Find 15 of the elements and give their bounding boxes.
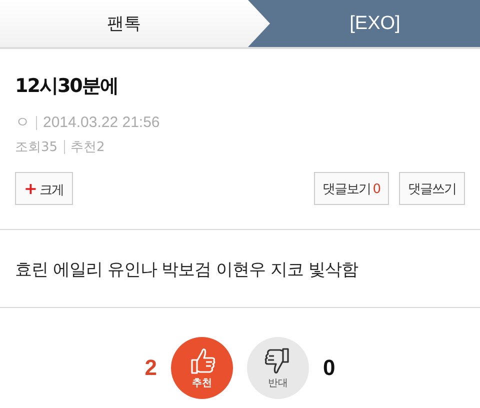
- post-title: 12시30분에: [15, 74, 119, 99]
- write-comment-button[interactable]: 댓글쓰기: [399, 172, 465, 205]
- breadcrumb-item[interactable]: [EXO]: [270, 0, 480, 47]
- recommend-count: 추천2: [70, 139, 105, 156]
- enlarge-button[interactable]: + 크게: [15, 172, 73, 205]
- author-name: ㅇ: [15, 113, 30, 132]
- upvote-button[interactable]: 추천: [171, 337, 233, 399]
- downvote-count: 0: [323, 355, 336, 381]
- view-comments-button[interactable]: 댓글보기 0: [314, 172, 389, 205]
- post-body: 효린 에일리 유인나 박보검 이현우 지코 빛삭함: [0, 230, 480, 308]
- breadcrumb-item[interactable]: 팬톡: [0, 0, 270, 47]
- view-count: 조회35: [15, 139, 58, 156]
- upvote-count: 2: [144, 355, 157, 381]
- post-date: 2014.03.22 21:56: [43, 114, 160, 131]
- downvote-button[interactable]: 반대: [247, 337, 309, 399]
